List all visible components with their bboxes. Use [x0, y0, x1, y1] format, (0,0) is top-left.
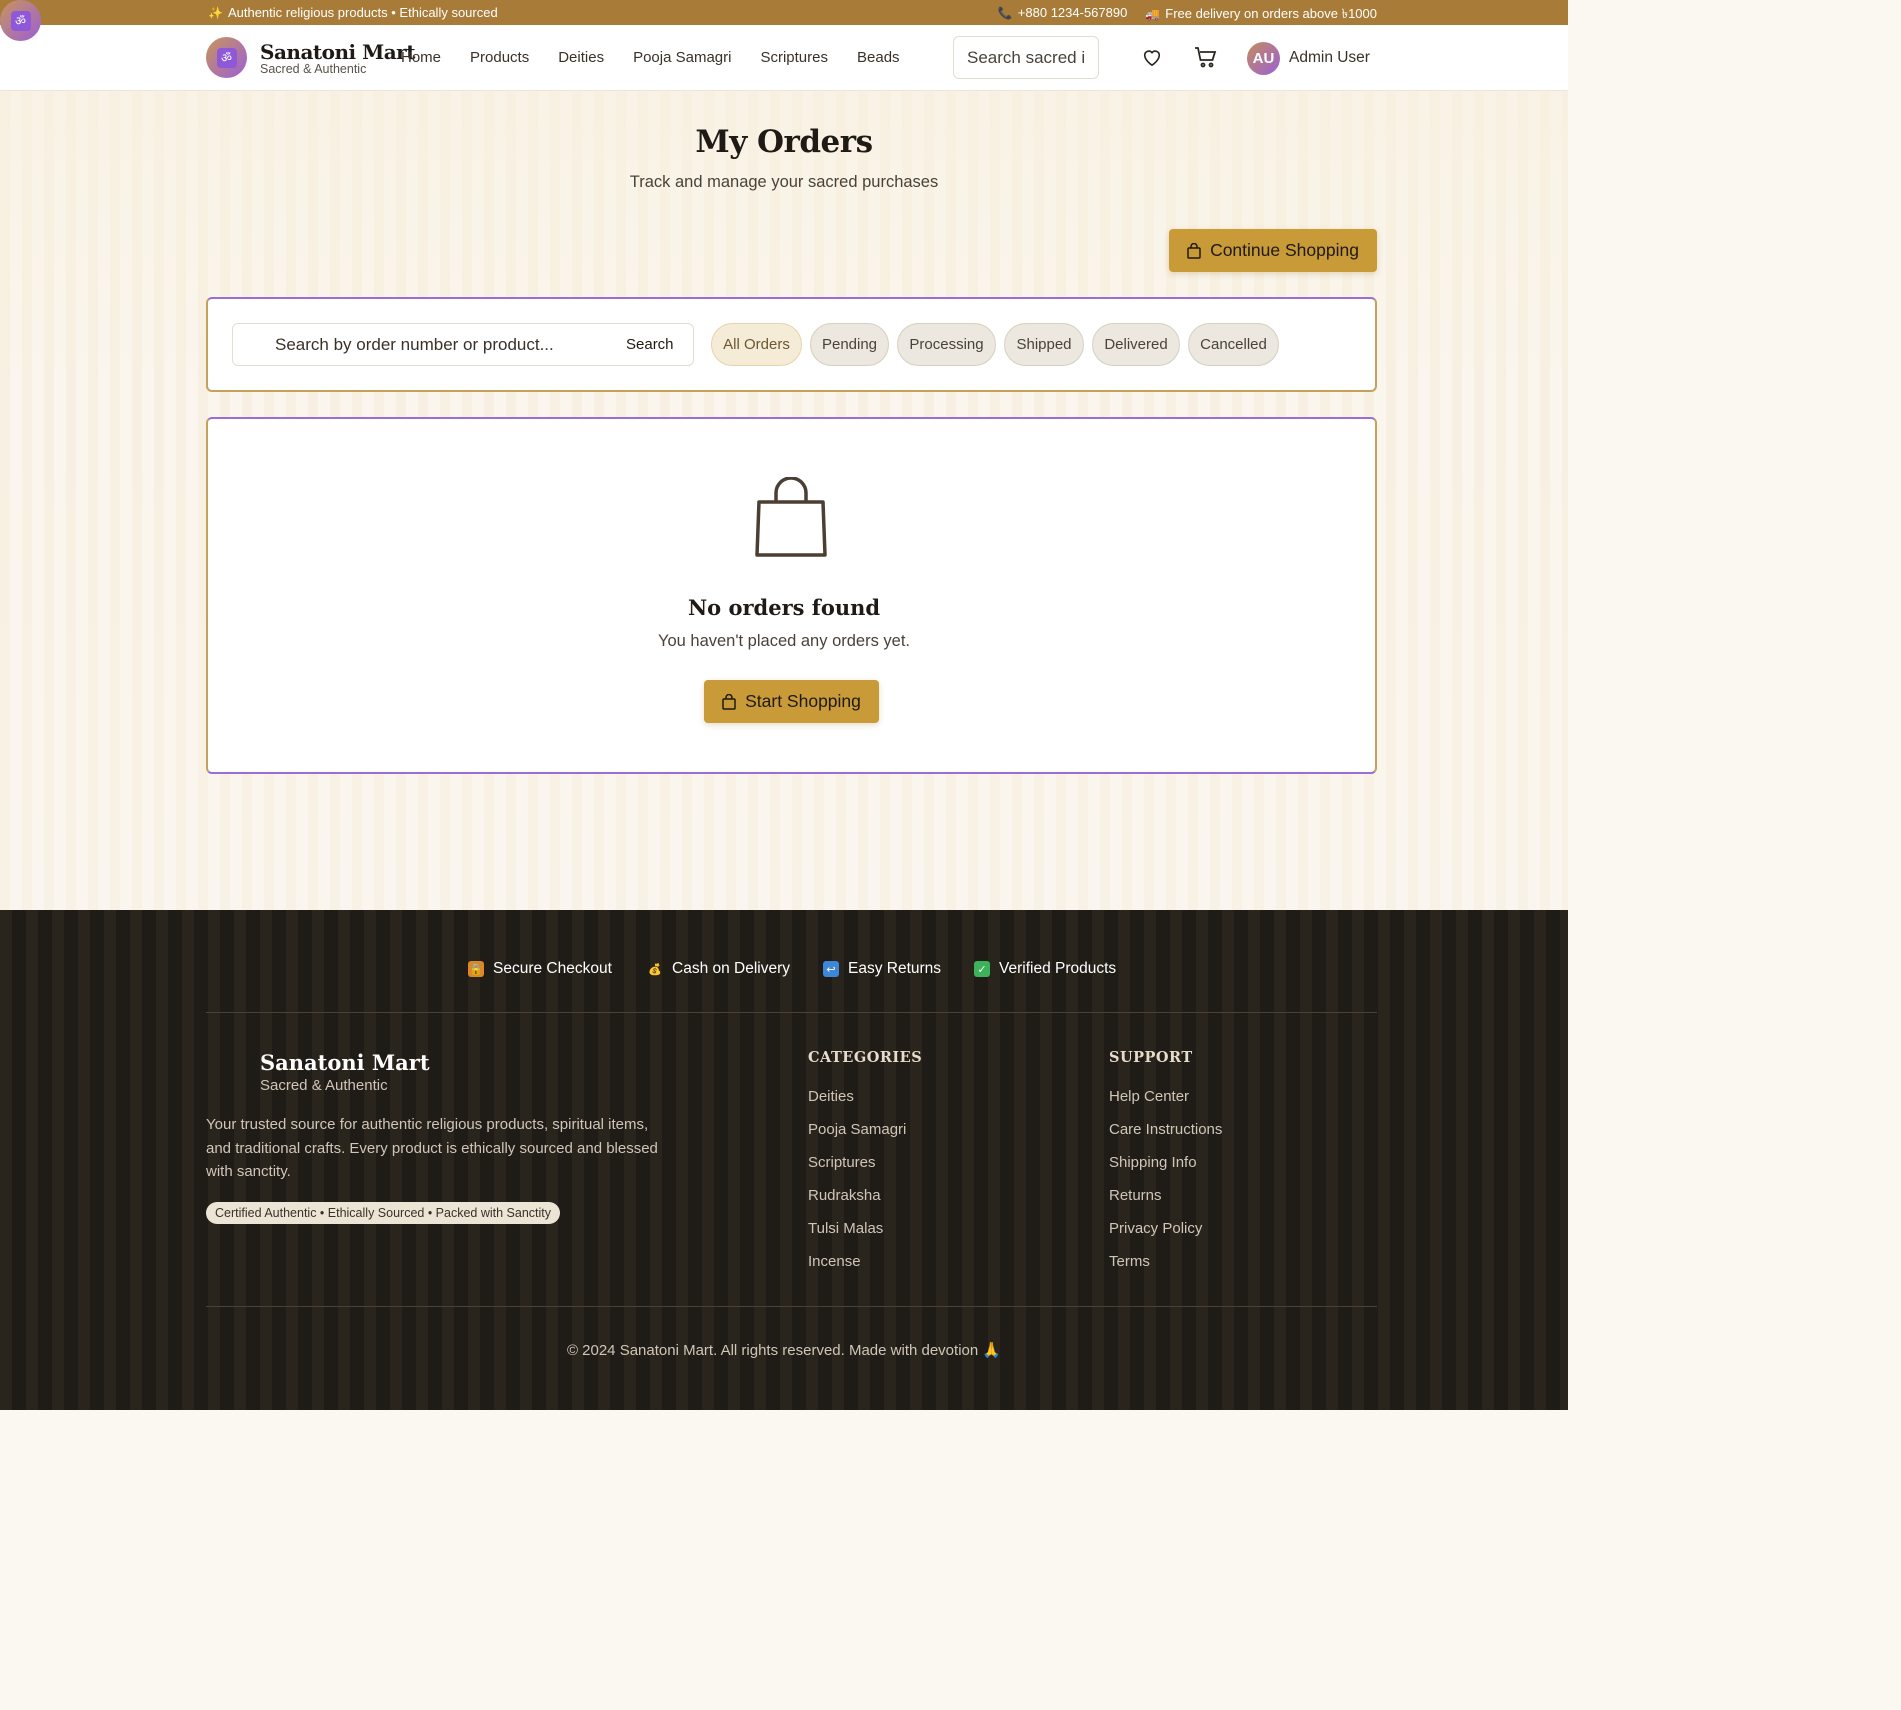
nav-home[interactable]: Home: [401, 49, 441, 66]
trust-label: Easy Returns: [848, 960, 942, 977]
nav-beads[interactable]: Beads: [857, 49, 900, 66]
phone-number: +880 1234-567890: [1017, 5, 1128, 20]
user-name[interactable]: Admin User: [1289, 49, 1370, 67]
brand-tagline: Sacred & Authentic: [260, 62, 367, 76]
footer-divider: [206, 1012, 1377, 1013]
nav-deities[interactable]: Deities: [558, 49, 604, 66]
footer-link-privacy-policy[interactable]: Privacy Policy: [1109, 1220, 1202, 1237]
check-icon: ✓: [974, 961, 990, 977]
order-search: Search: [232, 323, 694, 366]
nav-pooja-samagri[interactable]: Pooja Samagri: [633, 49, 731, 66]
money-bag-icon: 💰: [648, 963, 662, 976]
filter-processing[interactable]: Processing: [897, 323, 996, 366]
start-shopping-label: Start Shopping: [745, 691, 861, 711]
filter-pending[interactable]: Pending: [810, 323, 889, 366]
footer-brand-tagline: Sacred & Authentic: [260, 1077, 388, 1094]
brand-name[interactable]: Sanatoni Mart: [260, 40, 415, 64]
copyright: © 2024 Sanatoni Mart. All rights reserve…: [566, 1342, 1002, 1359]
categories-title: CATEGORIES: [808, 1049, 923, 1066]
trust-cash-on-delivery: 💰 Cash on Delivery: [647, 960, 790, 978]
delivery-text: Free delivery on orders above ৳1000: [1165, 6, 1377, 21]
logo[interactable]: ॐ: [206, 37, 247, 78]
phone-icon: 📞: [997, 6, 1013, 20]
footer-description: Your trusted source for authentic religi…: [206, 1116, 658, 1180]
cart-icon: [1195, 47, 1217, 68]
empty-subtitle: You haven't placed any orders yet.: [657, 632, 911, 650]
continue-shopping-label: Continue Shopping: [1210, 240, 1359, 260]
footer-link-terms[interactable]: Terms: [1109, 1253, 1150, 1270]
order-search-button[interactable]: Search: [626, 336, 674, 353]
heart-icon: [1143, 50, 1161, 67]
empty-title: No orders found: [687, 595, 881, 620]
announcement-right: 📞 +880 1234-567890 🚚 Free delivery on orde…: [998, 5, 1377, 26]
page-title: My Orders: [695, 124, 873, 160]
footer-badge: Certified Authentic • Ethically Sourced …: [206, 1202, 560, 1224]
filter-cancelled[interactable]: Cancelled: [1188, 323, 1279, 366]
nav-products[interactable]: Products: [470, 49, 529, 66]
continue-shopping-button[interactable]: Continue Shopping: [1169, 229, 1377, 272]
announcement-bar: ✨ Authentic religious products • Ethicall…: [0, 0, 1568, 25]
return-icon: ↩: [823, 961, 839, 977]
empty-bag-icon: [755, 477, 827, 557]
order-search-input[interactable]: [275, 324, 605, 365]
nav-scriptures[interactable]: Scriptures: [760, 49, 828, 66]
trust-label: Cash on Delivery: [672, 960, 791, 977]
filter-shipped[interactable]: Shipped: [1004, 323, 1084, 366]
truck-icon: 🚚: [1145, 7, 1161, 21]
start-shopping-button[interactable]: Start Shopping: [704, 680, 879, 723]
trust-verified-products: ✓ Verified Products: [974, 960, 1116, 978]
main-nav: Home Products Deities Pooja Samagri Scri…: [401, 49, 900, 66]
footer-link-help-center[interactable]: Help Center: [1109, 1088, 1189, 1105]
om-icon: ॐ: [216, 47, 237, 68]
shopping-bag-icon: [722, 693, 736, 710]
footer-link-incense[interactable]: Incense: [808, 1253, 861, 1270]
wishlist-button[interactable]: [1140, 45, 1164, 69]
footer-link-tulsi-malas[interactable]: Tulsi Malas: [808, 1220, 883, 1237]
footer-link-scriptures[interactable]: Scriptures: [808, 1154, 876, 1171]
announcement-text: Authentic religious products • Ethically…: [227, 5, 498, 20]
shopping-bag-icon: [1187, 242, 1201, 259]
om-icon: ॐ: [10, 10, 31, 31]
trust-label: Secure Checkout: [493, 960, 612, 977]
header-search-input[interactable]: [953, 36, 1099, 79]
avatar[interactable]: AU: [1247, 42, 1280, 75]
support-title: SUPPORT: [1109, 1049, 1193, 1066]
footer-link-deities[interactable]: Deities: [808, 1088, 854, 1105]
filter-delivered[interactable]: Delivered: [1092, 323, 1180, 366]
trust-label: Verified Products: [999, 960, 1117, 977]
trust-secure-checkout: 🔒 Secure Checkout: [468, 960, 612, 978]
trust-easy-returns: ↩ Easy Returns: [823, 960, 941, 978]
footer-link-shipping-info[interactable]: Shipping Info: [1109, 1154, 1197, 1171]
lock-icon: 🔒: [468, 961, 484, 977]
filter-all-orders[interactable]: All Orders: [711, 323, 802, 366]
site-header: ॐ Sanatoni Mart Sacred & Authentic Home …: [0, 25, 1568, 91]
footer-link-pooja-samagri[interactable]: Pooja Samagri: [808, 1121, 906, 1138]
sparkle-icon: ✨: [208, 6, 223, 20]
footer-brand-name: Sanatoni Mart: [260, 1050, 430, 1075]
phone-info: 📞 +880 1234-567890: [998, 5, 1127, 26]
footer-link-returns[interactable]: Returns: [1109, 1187, 1162, 1204]
footer-bottom-divider: [206, 1306, 1377, 1307]
footer-link-care-instructions[interactable]: Care Instructions: [1109, 1121, 1222, 1138]
footer-logo[interactable]: ॐ: [0, 0, 41, 41]
footer-link-rudraksha[interactable]: Rudraksha: [808, 1187, 881, 1204]
announcement-left: ✨ Authentic religious products • Ethicall…: [208, 5, 498, 20]
cart-button[interactable]: [1194, 45, 1218, 69]
page-subtitle: Track and manage your sacred purchases: [629, 173, 939, 191]
delivery-info: 🚚 Free delivery on orders above ৳1000: [1145, 5, 1377, 26]
